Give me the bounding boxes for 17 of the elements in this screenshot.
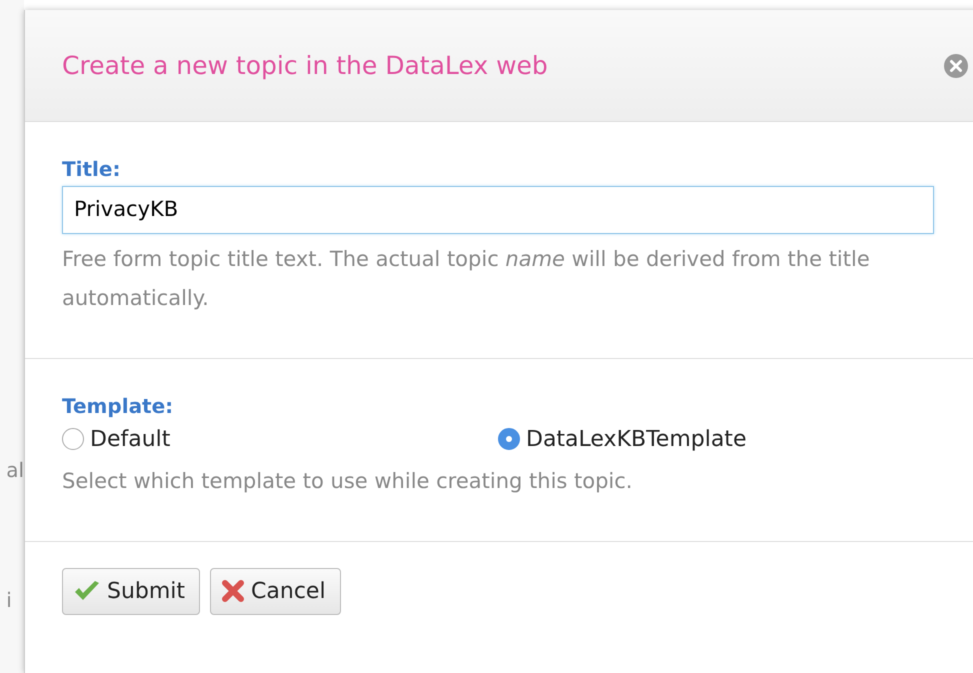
title-input[interactable]: PrivacyKB [62, 186, 934, 234]
close-icon[interactable] [943, 52, 969, 78]
help-text: Select which template to use while creating this topic. [62, 468, 634, 494]
background-text: al [6, 460, 24, 480]
radio-label[interactable]: Default [90, 422, 170, 456]
field-label: Title: [62, 156, 122, 183]
dialog-title: Create a new topic in the DataLex web [62, 50, 548, 80]
background-text: i [6, 590, 13, 610]
cancel-button[interactable]: Cancel [210, 568, 341, 614]
field-label: Template: [62, 392, 174, 420]
check-icon [73, 580, 101, 602]
help-text: Free form topic title text. The actual topic name will be derived from the title automatically. [62, 246, 871, 312]
radio-label[interactable]: DataLexKBTemplate [526, 422, 746, 456]
radio-button[interactable] [498, 428, 520, 450]
radio-button[interactable] [62, 428, 84, 450]
cross-icon [221, 579, 246, 603]
submit-button[interactable]: Submit [62, 568, 200, 614]
